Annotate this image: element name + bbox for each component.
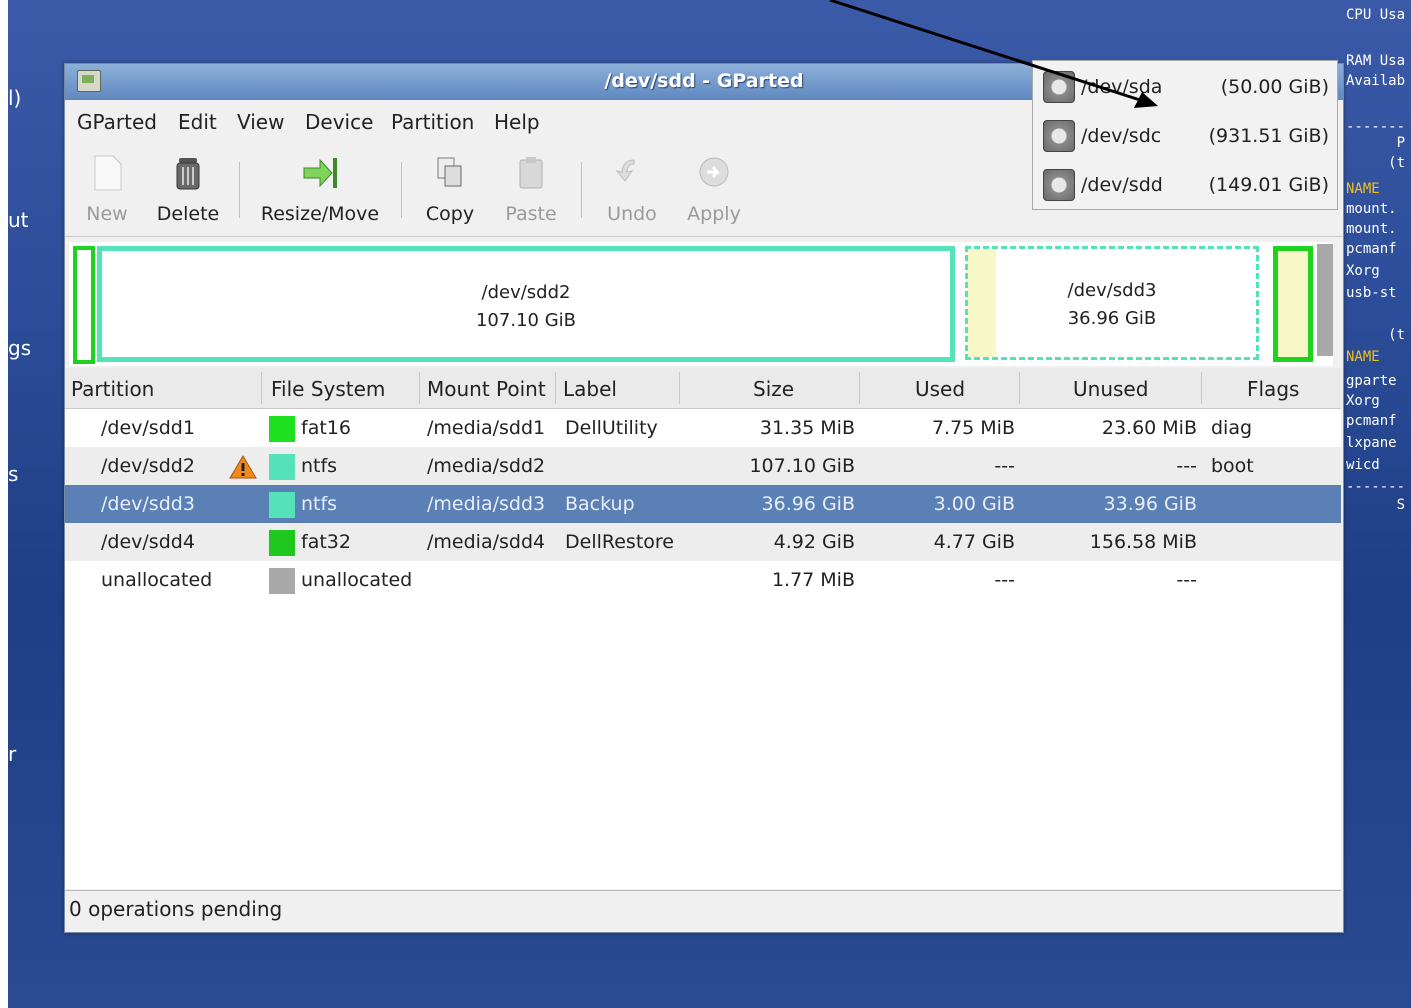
annotation-arrow xyxy=(829,0,1158,108)
